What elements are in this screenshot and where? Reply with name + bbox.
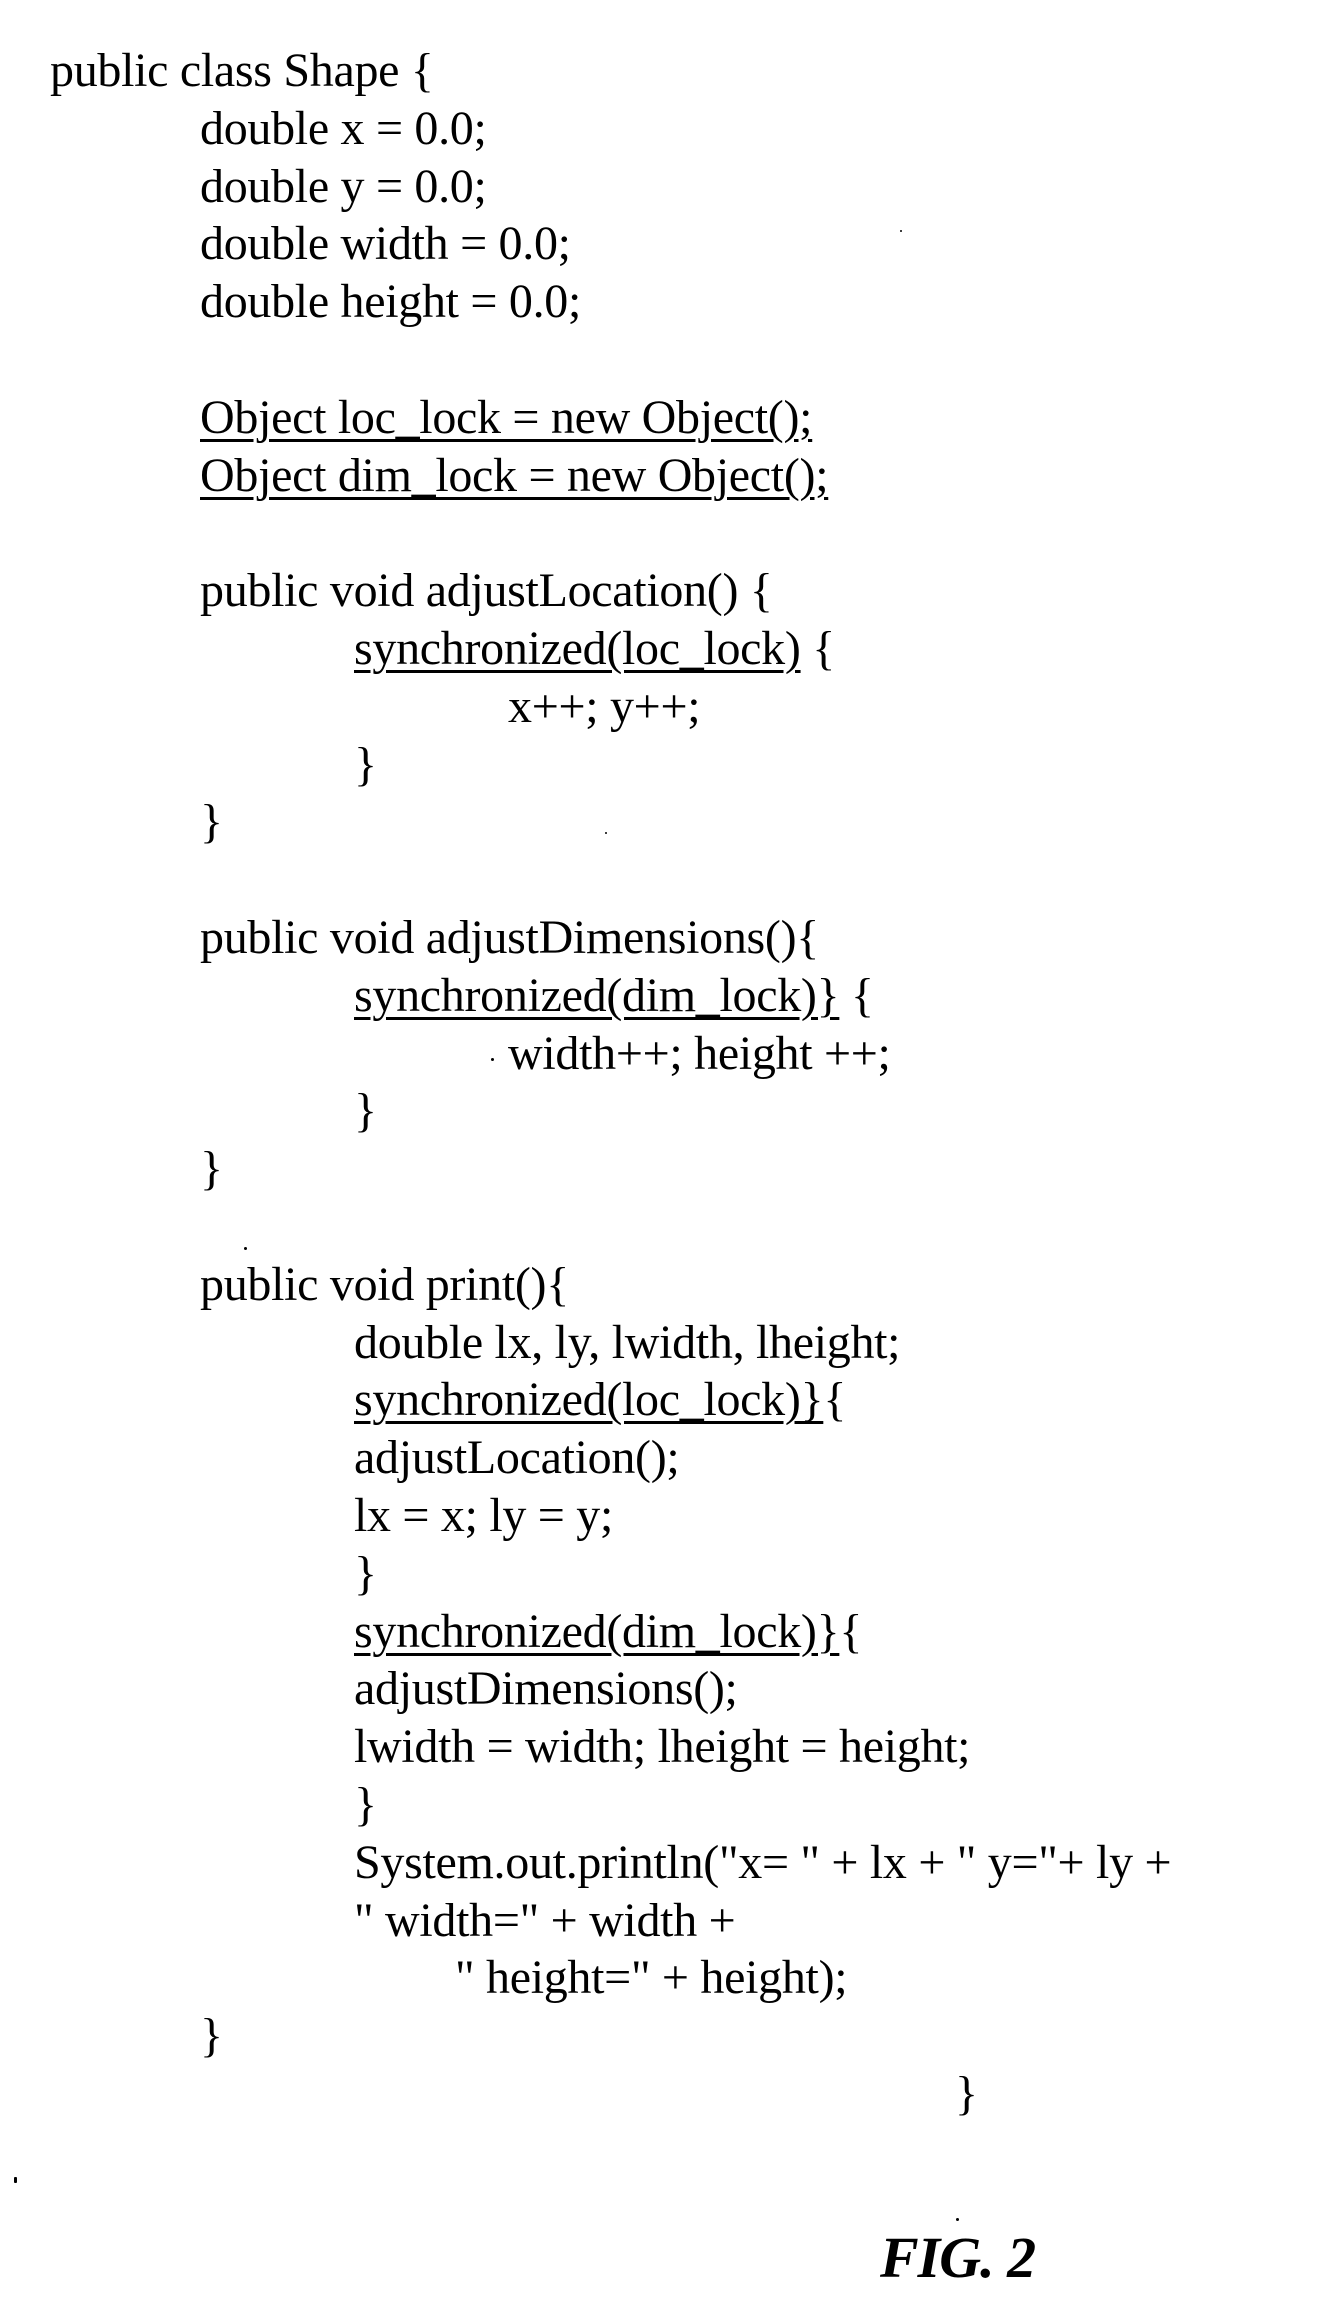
- code-line: }: [200, 2007, 223, 2065]
- code-line: synchronized(dim_lock)}{: [354, 1603, 862, 1661]
- code-text: }: [200, 795, 223, 849]
- code-line: }: [354, 736, 377, 794]
- code-text: {: [839, 968, 874, 1022]
- code-text: lwidth = width; lheight = height;: [354, 1720, 971, 1774]
- code-text: double width = 0.0;: [200, 217, 571, 271]
- code-text: {: [800, 622, 836, 675]
- scan-speck: [956, 2218, 959, 2221]
- code-line: }: [354, 1776, 377, 1834]
- code-text: }: [354, 737, 377, 791]
- underlined-code: synchronized(loc_lock)}: [354, 1373, 824, 1427]
- code-text: {: [839, 1604, 863, 1658]
- code-text: double lx, ly, lwidth, lheight;: [354, 1315, 901, 1369]
- scan-speck: [491, 1058, 494, 1061]
- code-line: public void print(){: [200, 1256, 569, 1314]
- code-line: public void adjustLocation() {: [200, 562, 773, 620]
- code-line: " height=" + height);: [455, 1949, 848, 2007]
- code-line: synchronized(loc_lock)}{: [354, 1371, 846, 1429]
- code-text: }: [354, 1778, 377, 1831]
- code-line: }: [955, 2065, 978, 2123]
- code-line: lx = x; ly = y;: [354, 1487, 613, 1545]
- code-text: lx = x; ly = y;: [354, 1489, 613, 1542]
- code-line: lwidth = width; lheight = height;: [354, 1718, 971, 1776]
- code-text: {: [823, 1373, 847, 1427]
- code-text: x++; y++;: [508, 679, 701, 733]
- code-line: synchronized(dim_lock)} {: [354, 967, 874, 1025]
- code-text: width++; height ++;: [508, 1026, 891, 1080]
- code-text: adjustDimensions();: [354, 1662, 738, 1716]
- code-text: double y = 0.0;: [200, 159, 487, 213]
- code-text: }: [955, 2067, 978, 2120]
- scan-speck: [14, 2177, 17, 2183]
- code-line: double height = 0.0;: [200, 273, 581, 331]
- code-line: double width = 0.0;: [200, 215, 571, 273]
- code-line: width++; height ++;: [508, 1025, 891, 1083]
- code-text: double height = 0.0;: [200, 275, 582, 329]
- code-line: double lx, ly, lwidth, lheight;: [354, 1314, 901, 1372]
- code-line: public class Shape {: [50, 42, 434, 100]
- code-line: public void adjustDimensions(){: [200, 909, 819, 967]
- code-text: }: [200, 2009, 223, 2063]
- code-line: x++; y++;: [508, 678, 701, 736]
- code-line: " width=" + width +: [354, 1892, 736, 1950]
- code-text: " width=" + width +: [354, 1893, 736, 1947]
- scan-speck: [244, 1247, 247, 1250]
- code-text: public void adjustLocation() {: [200, 564, 773, 618]
- code-text: adjustLocation();: [354, 1431, 680, 1485]
- code-line: }: [354, 1082, 377, 1140]
- code-line: synchronized(loc_lock) {: [354, 620, 835, 678]
- code-line: double x = 0.0;: [200, 100, 487, 158]
- code-line: }: [200, 793, 223, 851]
- underlined-code: Object loc_lock = new Object();: [200, 390, 813, 444]
- code-line: adjustLocation();: [354, 1429, 680, 1487]
- scan-speck: [900, 230, 902, 232]
- underlined-code: Object dim_lock = new Object();: [200, 448, 829, 502]
- code-text: " height=" + height);: [455, 1951, 848, 2005]
- code-text: public void print(){: [200, 1257, 569, 1311]
- underlined-code: synchronized(loc_lock): [354, 622, 801, 675]
- code-text: public class Shape {: [50, 44, 434, 97]
- code-text: }: [354, 1084, 377, 1138]
- code-line: Object loc_lock = new Object();: [200, 389, 813, 447]
- code-line: Object dim_lock = new Object();: [200, 447, 829, 505]
- code-text: public void adjustDimensions(){: [200, 911, 820, 964]
- patent-figure-page: public class Shape {double x = 0.0; doubl…: [0, 0, 1337, 2305]
- underlined-code: synchronized(dim_lock)}: [354, 968, 840, 1022]
- code-text: }: [200, 1142, 223, 1196]
- code-text: }: [354, 1546, 377, 1600]
- underlined-code: synchronized(dim_lock)}: [354, 1604, 840, 1658]
- code-line: double y = 0.0;: [200, 158, 487, 216]
- scan-speck: [605, 832, 607, 834]
- code-text: double x = 0.0;: [200, 101, 487, 155]
- code-line: }: [200, 1140, 223, 1198]
- code-line: adjustDimensions();: [354, 1660, 738, 1718]
- code-text: System.out.println("x= " + lx + " y="+ l…: [354, 1835, 1172, 1889]
- code-line: }: [354, 1545, 377, 1603]
- code-line: System.out.println("x= " + lx + " y="+ l…: [354, 1834, 1172, 1892]
- figure-label: FIG. 2: [880, 2225, 1036, 2290]
